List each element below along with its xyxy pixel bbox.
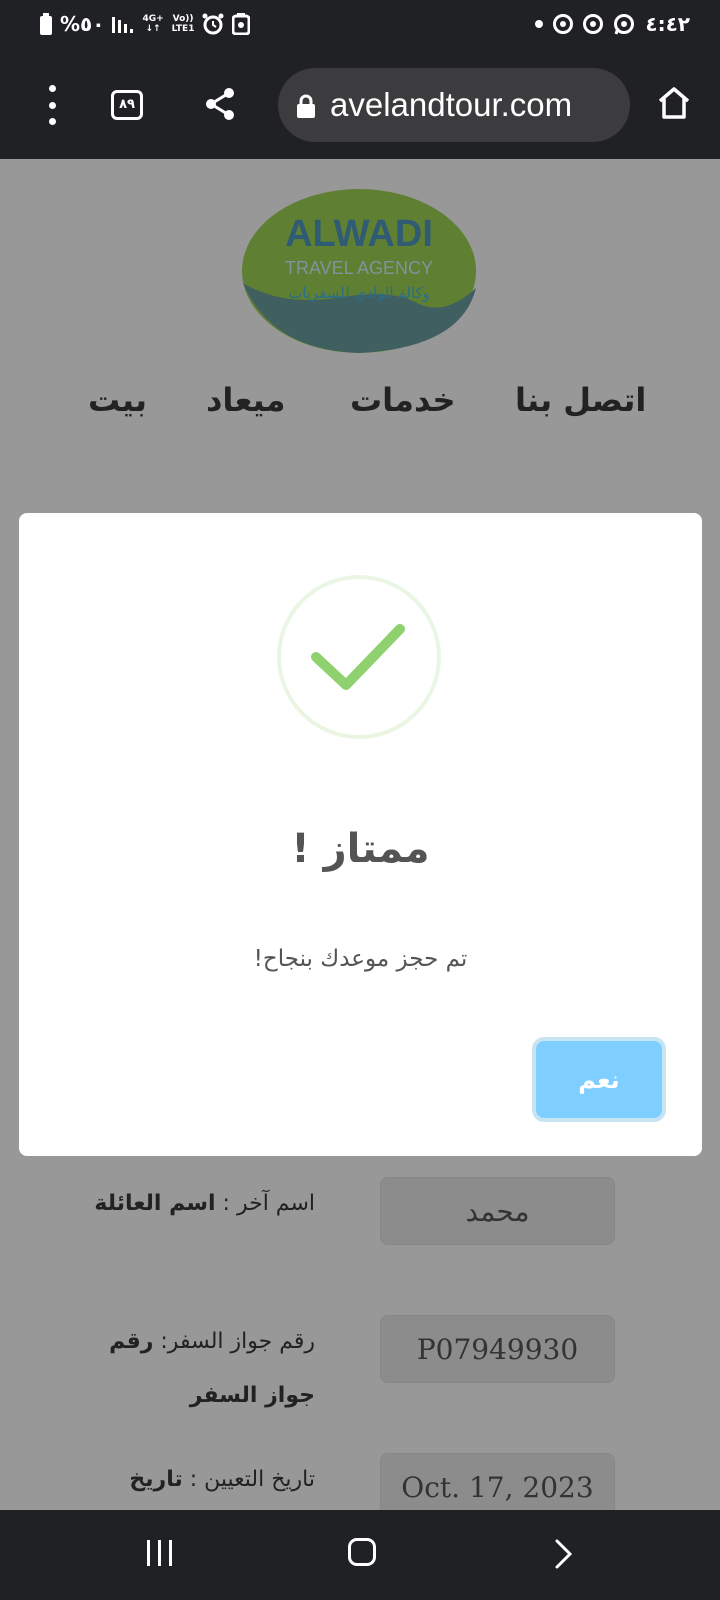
lock-icon (297, 94, 315, 118)
browser-toolbar: ٨٩ avelandtour.com (0, 52, 720, 159)
address-bar[interactable]: avelandtour.com (278, 68, 630, 142)
home-icon[interactable] (656, 85, 692, 121)
passport-field[interactable]: P07949930 (380, 1315, 615, 1383)
svg-text:ALWADI: ALWADI (285, 213, 433, 255)
tab-switcher-button[interactable]: ٨٩ (111, 90, 143, 120)
chrome-icon (583, 14, 604, 34)
nav-contact-link[interactable]: اتصل بنا (515, 381, 646, 419)
last-name-label: اسم آخر : اسم العائلة (94, 1191, 315, 1216)
last-name-field[interactable]: محمد (380, 1177, 615, 1245)
data-saver-icon (232, 13, 251, 35)
signal-icon (112, 17, 134, 33)
network-type: 4G+ ↓↑ (142, 14, 164, 34)
status-bar: %٥٠ 4G+ ↓↑ Vo)) LTE1 ٤:٤٢ (0, 0, 720, 52)
recents-icon[interactable] (147, 1540, 172, 1566)
checkmark-icon (311, 624, 405, 690)
back-icon[interactable] (554, 1538, 574, 1570)
nav-services-link[interactable]: خدمات (350, 381, 456, 419)
appointment-date-label: تاريخ التعيين : تاريخ (129, 1467, 315, 1492)
share-icon[interactable] (204, 87, 236, 121)
dialog-message: !تم حجز موعدك بنجاح (253, 946, 468, 972)
svg-text:وكالة الوادي للسفريات: وكالة الوادي للسفريات (288, 284, 430, 303)
main-nav: اتصل بنا خدمات ميعاد بيت (0, 381, 720, 441)
url-text: avelandtour.com (330, 86, 573, 123)
more-options-icon[interactable] (40, 85, 64, 125)
system-nav-bar (0, 1510, 720, 1600)
battery-icon (40, 13, 52, 35)
chrome-icon (553, 14, 574, 34)
nav-appointment-link[interactable]: ميعاد (206, 381, 285, 419)
company-logo: ALWADI TRAVEL AGENCY وكالة الوادي للسفري… (242, 189, 476, 353)
nav-home-link[interactable]: بيت (88, 381, 147, 419)
dialog-title: ! ممتاز (291, 826, 430, 872)
battery-level: %٥٠ (60, 12, 105, 36)
alarm-icon (202, 13, 224, 35)
clock: ٤:٤٢ (645, 12, 690, 36)
whatsapp-icon (614, 14, 635, 35)
confirm-button[interactable]: نعم (536, 1041, 662, 1118)
passport-label: رقم جواز السفر: رقم جواز السفر (109, 1329, 315, 1408)
home-button-icon[interactable] (348, 1538, 376, 1566)
volte-indicator: Vo)) LTE1 (171, 14, 195, 34)
success-dialog: ! ممتاز !تم حجز موعدك بنجاح نعم (19, 513, 702, 1156)
notification-dot (535, 20, 544, 28)
svg-text:TRAVEL AGENCY: TRAVEL AGENCY (285, 258, 433, 278)
